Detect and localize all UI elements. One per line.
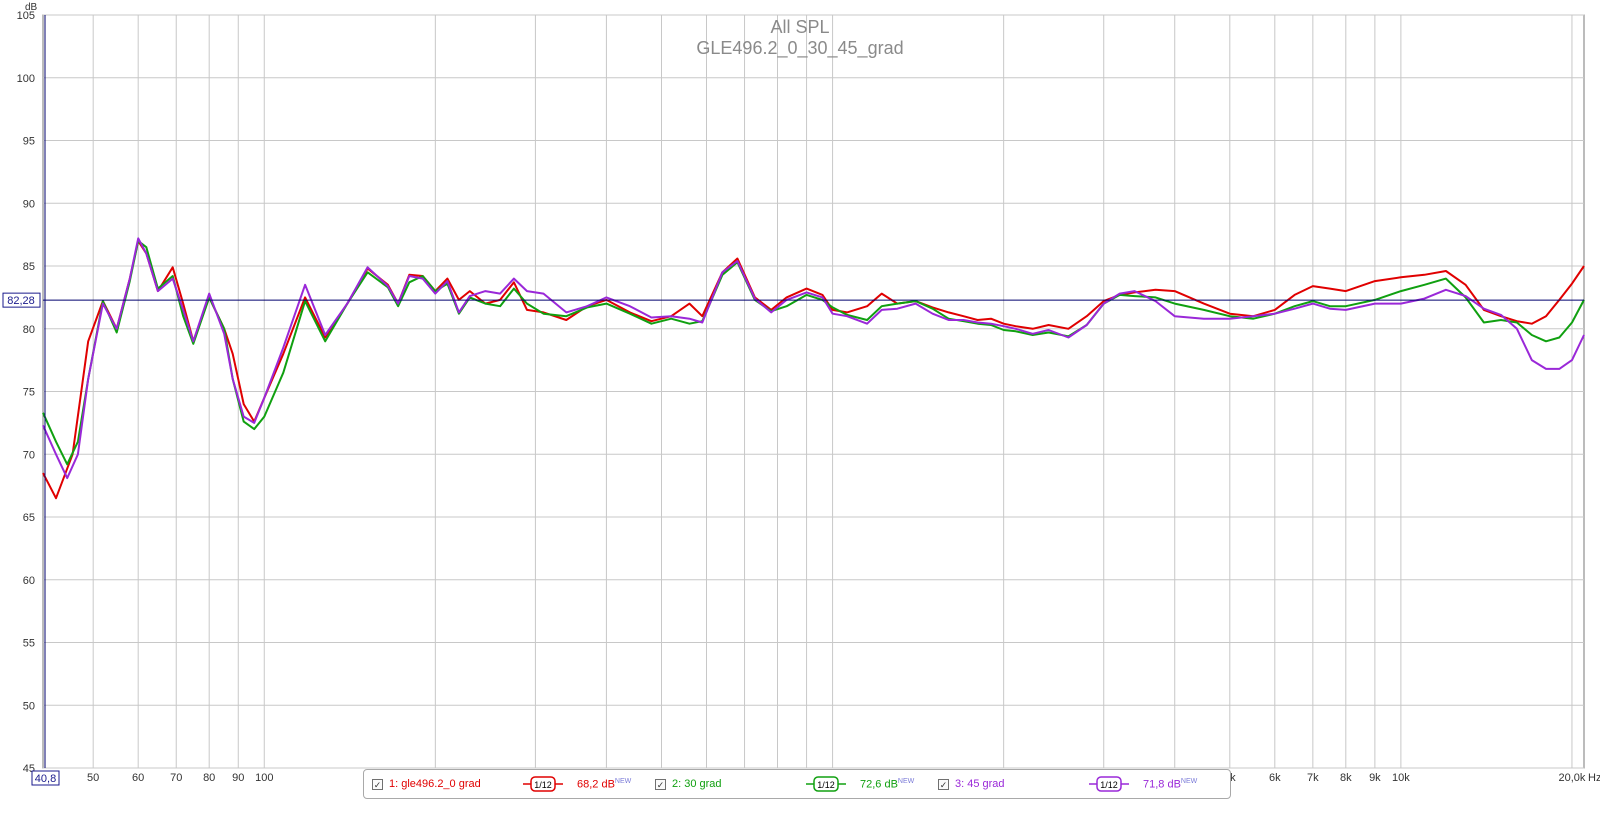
legend-series-name: 3: 45 grad — [955, 778, 1005, 790]
new-badge: NEW — [1180, 777, 1198, 785]
checkbox[interactable]: ✓ — [372, 778, 383, 790]
legend: ✓ 1: gle496.2_0 grad 1/12 68,2 dBNEW ✓ 2… — [363, 769, 1231, 799]
smoothing-label: 1/12 — [817, 780, 835, 790]
x-tick-label: 80 — [203, 772, 215, 784]
x-tick-label: 100 — [255, 772, 273, 784]
x-tick-label: 8k — [1340, 772, 1352, 784]
chart-title: All SPL — [770, 17, 829, 37]
checkbox[interactable]: ✓ — [655, 778, 666, 790]
y-tick-label: 80 — [23, 324, 35, 336]
x-tick-label: 90 — [232, 772, 244, 784]
legend-item-3[interactable]: ✓ 3: 45 grad 1/12 71,8 dBNEW — [938, 775, 1221, 793]
y-tick-label: 75 — [23, 387, 35, 399]
x-tick-label: 10k — [1392, 772, 1410, 784]
new-badge: NEW — [614, 777, 632, 785]
offset-value: 71,8 dB — [1143, 778, 1181, 791]
new-badge: NEW — [897, 777, 915, 785]
legend-series-name: 1: gle496.2_0 grad — [389, 778, 481, 790]
legend-offset[interactable]: 72,6 dBNEW — [860, 778, 938, 791]
offset-value: 72,6 dB — [860, 778, 898, 791]
y-axis-unit: dB — [25, 2, 38, 13]
x-tick-label: 6k — [1269, 772, 1281, 784]
spl-chart[interactable]: 4550556065707580859095100105 50 60 70 80 90 1… — [0, 0, 1600, 814]
cursor-y-label: 82,28 — [7, 295, 35, 307]
y-tick-label: 65 — [23, 512, 35, 524]
x-tick-label: 70 — [170, 772, 182, 784]
y-tick-label: 60 — [23, 575, 35, 587]
legend-item-1[interactable]: ✓ 1: gle496.2_0 grad 1/12 68,2 dBNEW — [372, 775, 655, 793]
cursor-x-label: 40,8 — [35, 773, 56, 785]
smoothing-label: 1/12 — [534, 780, 552, 790]
y-tick-label: 95 — [23, 136, 35, 148]
offset-value: 68,2 dB — [577, 778, 615, 791]
y-tick-label: 50 — [23, 700, 35, 712]
checkbox[interactable]: ✓ — [938, 778, 949, 790]
y-tick-label: 55 — [23, 638, 35, 650]
chart-subtitle: GLE496.2_0_30_45_grad — [696, 38, 903, 59]
legend-offset[interactable]: 68,2 dBNEW — [577, 778, 655, 791]
legend-offset[interactable]: 71,8 dBNEW — [1143, 778, 1221, 791]
y-axis-ticks: 4550556065707580859095100105 — [17, 10, 35, 775]
y-tick-label: 90 — [23, 198, 35, 210]
smoothing-icon[interactable]: 1/12 — [806, 775, 846, 793]
x-tick-label: 9k — [1369, 772, 1381, 784]
smoothing-icon[interactable]: 1/12 — [1089, 775, 1129, 793]
y-tick-label: 70 — [23, 449, 35, 461]
y-tick-label: 85 — [23, 261, 35, 273]
x-tick-label: 20,0k — [1558, 772, 1585, 784]
legend-item-2[interactable]: ✓ 2: 30 grad 1/12 72,6 dBNEW — [655, 775, 938, 793]
legend-series-name: 2: 30 grad — [672, 778, 722, 790]
smoothing-icon[interactable]: 1/12 — [523, 775, 563, 793]
x-axis-unit: Hz — [1588, 772, 1600, 784]
x-tick-label: 60 — [132, 772, 144, 784]
x-tick-label: 50 — [87, 772, 99, 784]
x-tick-label: 7k — [1307, 772, 1319, 784]
smoothing-label: 1/12 — [1100, 780, 1118, 790]
y-tick-label: 100 — [17, 73, 35, 85]
